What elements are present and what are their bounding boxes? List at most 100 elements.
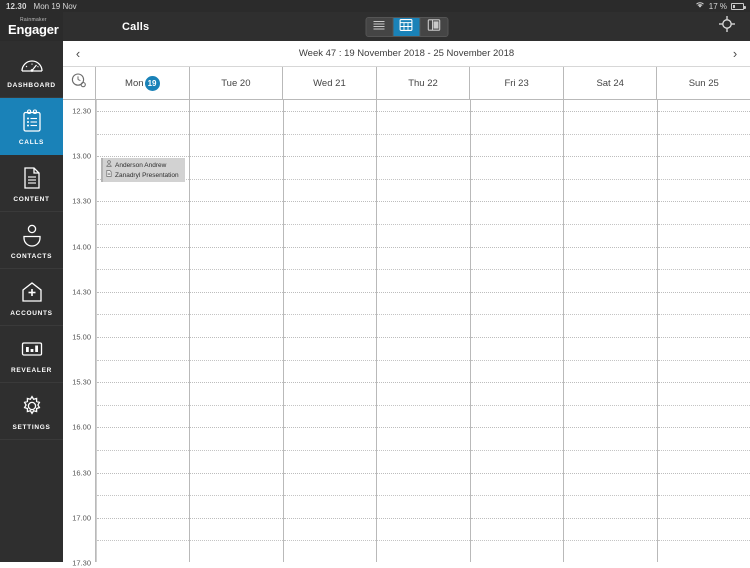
- grid-line: [97, 201, 190, 203]
- grid-line: [377, 517, 470, 519]
- day-header-sun[interactable]: Sun 25: [657, 67, 750, 99]
- grid-line: [97, 382, 190, 384]
- grid-line: [657, 359, 750, 361]
- grid-line: [377, 201, 470, 203]
- grid-line: [657, 404, 750, 406]
- day-column-view-button[interactable]: [420, 17, 447, 36]
- grid-line: [377, 359, 470, 361]
- sidebar-item-dashboard[interactable]: DASHBOARD: [0, 41, 63, 98]
- list-view-button[interactable]: [366, 17, 393, 36]
- list-icon: [373, 18, 386, 36]
- grid-line: [283, 359, 377, 361]
- day-name: Fri: [504, 77, 516, 89]
- grid-line: [377, 246, 470, 248]
- grid-line: [97, 269, 190, 271]
- day-header-wed[interactable]: Wed 21: [283, 67, 377, 99]
- grid-line: [97, 517, 190, 519]
- sidebar-item-label: ACCOUNTS: [10, 310, 53, 317]
- grid-line: [564, 314, 657, 316]
- day-header-sat[interactable]: Sat 24: [564, 67, 658, 99]
- time-label: 13.30: [72, 196, 91, 206]
- timezone-clock-button[interactable]: [63, 67, 96, 99]
- sidebar-item-label: CALLS: [18, 139, 45, 146]
- week-grid-view-button[interactable]: [393, 17, 420, 36]
- day-column-sun[interactable]: [657, 100, 750, 562]
- sidebar-item-settings[interactable]: SETTINGS: [0, 383, 63, 440]
- day-header-mon[interactable]: Mon 19: [96, 67, 190, 99]
- day-column-fri[interactable]: [470, 100, 565, 562]
- grid-line: [190, 111, 283, 112]
- day-column-mon[interactable]: Anderson Andrew Zanadryl Presentation: [96, 100, 191, 562]
- grid-line: [97, 472, 190, 474]
- page-title: Calls: [122, 20, 150, 33]
- grid-line: [97, 111, 190, 112]
- view-mode-switcher: [365, 16, 448, 37]
- sidebar-item-accounts[interactable]: ACCOUNTS: [0, 269, 63, 326]
- grid-line: [97, 224, 190, 225]
- grid-line: [657, 201, 750, 203]
- grid-line: [283, 201, 377, 203]
- day-column-thu[interactable]: [377, 100, 471, 562]
- grid-line: [283, 178, 377, 180]
- time-gutter: 12.30 13.00 13.30 14.00 14.30 15.00 15.30 16.00…: [63, 100, 96, 568]
- today-badge: 19: [144, 75, 160, 91]
- day-column-sat[interactable]: [564, 100, 658, 562]
- time-label: 17.00: [72, 513, 91, 523]
- grid-line: [190, 314, 283, 316]
- sidebar-item-revealer[interactable]: REVEALER: [0, 326, 63, 383]
- grid-line: [470, 314, 564, 316]
- crosshair-icon: [718, 15, 736, 38]
- status-bar: 12.30 Mon 19 Nov 17 %: [0, 0, 750, 12]
- grid-line: [657, 178, 750, 180]
- target-button[interactable]: [716, 16, 738, 38]
- grid-line: [470, 337, 564, 338]
- previous-week-button[interactable]: ‹: [63, 41, 93, 67]
- grid-line: [283, 540, 377, 542]
- time-label: 16.30: [72, 468, 91, 478]
- grid-line: [564, 111, 657, 112]
- time-label: 12.30: [72, 106, 91, 116]
- calendar-event[interactable]: Anderson Andrew Zanadryl Presentation: [101, 158, 186, 182]
- grid-line: [283, 111, 377, 112]
- grid-line: [190, 337, 283, 338]
- sidebar-item-content[interactable]: CONTENT: [0, 155, 63, 212]
- status-time: 12.30: [6, 1, 27, 11]
- day-column-tue[interactable]: [190, 100, 284, 562]
- grid-line: [97, 450, 190, 451]
- grid-line: [97, 291, 190, 293]
- event-subject: Zanadryl Presentation: [115, 171, 179, 179]
- sidebar-item-calls[interactable]: CALLS: [0, 98, 63, 155]
- sidebar-item-contacts[interactable]: CONTACTS: [0, 212, 63, 269]
- grid-line: [470, 156, 564, 158]
- grid-line: [470, 359, 564, 361]
- grid-line: [470, 133, 564, 135]
- grid-line: [97, 495, 190, 497]
- day-date: 23: [518, 77, 529, 89]
- day-header-fri[interactable]: Fri 23: [470, 67, 564, 99]
- day-header-tue[interactable]: Tue 20: [190, 67, 284, 99]
- grid-line: [470, 291, 564, 293]
- grid-line: [377, 495, 470, 497]
- grid-line: [564, 291, 657, 293]
- sidebar-item-label: SETTINGS: [12, 424, 51, 431]
- person-icon: [106, 160, 112, 170]
- grid-line: [377, 337, 470, 338]
- sidebar-item-label: REVEALER: [11, 367, 52, 374]
- grid-line: [377, 224, 470, 225]
- time-label: 15.30: [72, 377, 91, 387]
- next-week-button[interactable]: ›: [720, 41, 750, 67]
- day-date: 24: [613, 77, 624, 89]
- grid-line: [564, 382, 657, 384]
- day-header-thu[interactable]: Thu 22: [377, 67, 471, 99]
- time-label: 14.30: [72, 287, 91, 297]
- day-column-wed[interactable]: [283, 100, 378, 562]
- grid-line: [190, 224, 283, 225]
- grid-line: [190, 269, 283, 271]
- grid-line: [283, 495, 377, 497]
- grid-line: [657, 314, 750, 316]
- grid-line: [564, 359, 657, 361]
- battery-icon: [731, 2, 746, 10]
- clipboard-icon: [21, 106, 43, 136]
- grid-line: [283, 382, 377, 384]
- grid-line: [470, 246, 564, 248]
